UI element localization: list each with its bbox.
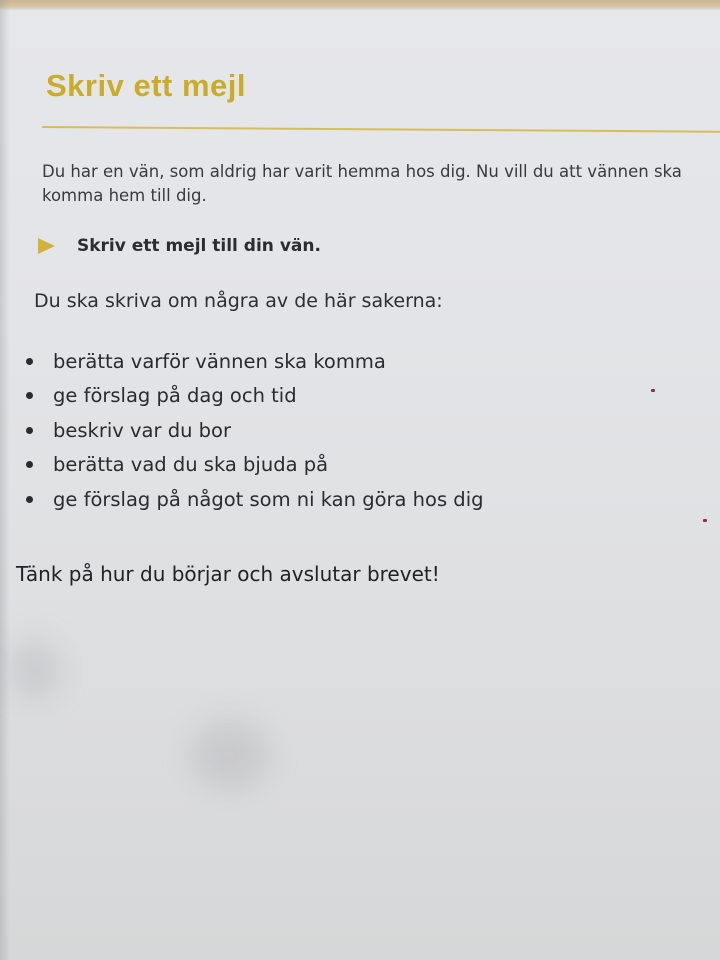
ink-speck (703, 519, 707, 522)
list-item: beskriv var du bor (26, 413, 484, 448)
task-list: berätta varför vännen ska komma ge försl… (26, 344, 484, 517)
title-divider (41, 126, 720, 133)
list-item: ge förslag på dag och tid (26, 379, 484, 414)
bullet-dot-icon (26, 461, 33, 469)
instruction-row: Skriv ett mejl till din vän. (38, 236, 321, 256)
list-item-text: ge förslag på något som ni kan göra hos … (53, 487, 484, 511)
bullet-dot-icon (26, 357, 33, 365)
list-item-text: ge förslag på dag och tid (53, 384, 297, 408)
list-item-text: berätta vad du ska bjuda på (53, 453, 329, 477)
list-item: berätta varför vännen ska komma (26, 344, 484, 379)
table-edge (0, 0, 720, 10)
triangle-right-icon (38, 238, 55, 254)
page-edge-shadow (0, 0, 10, 960)
smudge (10, 640, 60, 700)
smudge (190, 720, 270, 790)
bullet-dot-icon (26, 426, 33, 434)
intro-paragraph: Du har en vän, som aldrig har varit hemm… (42, 162, 682, 205)
list-item-text: berätta varför vännen ska komma (53, 349, 386, 373)
textbook-page: Skriv ett mejl Du har en vän, som aldrig… (0, 0, 720, 960)
ink-speck (651, 389, 655, 392)
list-lead-text: Du ska skriva om några av de här sakerna… (34, 290, 443, 312)
list-item: berätta vad du ska bjuda på (26, 448, 484, 483)
list-item-text: beskriv var du bor (53, 418, 231, 442)
closing-text: Tänk på hur du börjar och avslutar breve… (16, 562, 440, 586)
bullet-dot-icon (26, 495, 33, 503)
bullet-dot-icon (26, 392, 33, 400)
list-item: ge förslag på något som ni kan göra hos … (26, 482, 484, 517)
instruction-text: Skriv ett mejl till din vän. (77, 236, 321, 256)
page-title: Skriv ett mejl (46, 68, 246, 103)
